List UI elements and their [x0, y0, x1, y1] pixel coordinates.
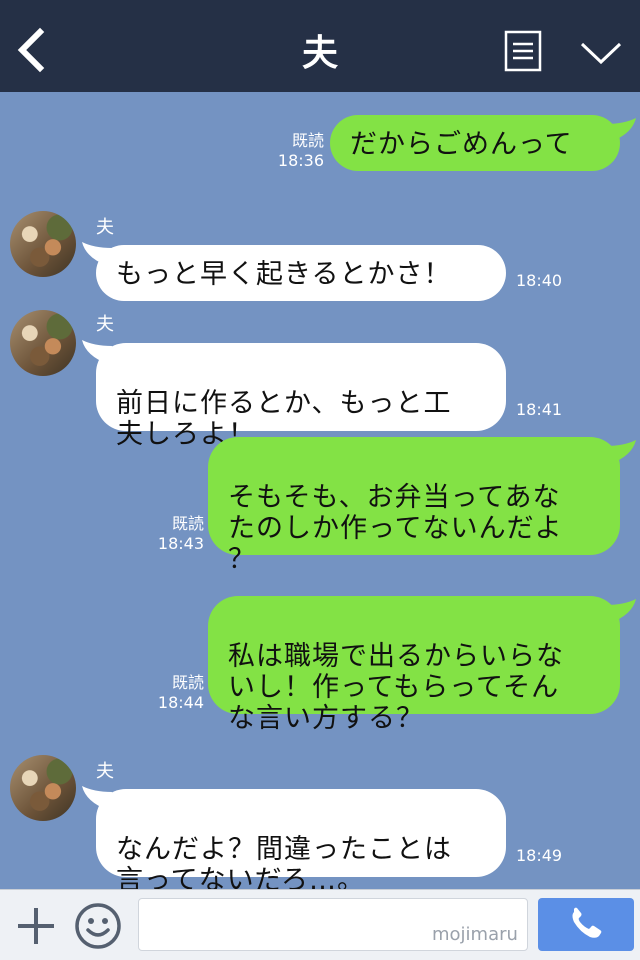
input-bar: mojimaru: [0, 889, 640, 960]
message-text: 私は職場で出るからいらな いし！作ってもらってそん な言い方する？: [228, 641, 564, 734]
avatar[interactable]: [10, 211, 76, 277]
call-button[interactable]: [538, 898, 634, 951]
chat-title: 夫: [301, 33, 338, 74]
message-bubble[interactable]: なんだよ？間違ったことは 言ってないだろ…。: [96, 789, 506, 889]
message-text: なんだよ？間違ったことは 言ってないだろ…。: [116, 834, 452, 889]
message-bubble[interactable]: 前日に作るとか、もっと工 夫しろよ！: [96, 343, 506, 450]
emoji-button[interactable]: [74, 902, 122, 950]
plus-icon: [18, 908, 54, 944]
sender-name: 夫: [96, 314, 114, 335]
back-button[interactable]: [10, 22, 54, 78]
bubble-tail: [606, 599, 636, 623]
avatar[interactable]: [10, 755, 76, 821]
chat-area[interactable]: 既読 18:36 だからごめんって 夫 もっと早く起きるとかさ！ 18:40 夫…: [0, 92, 640, 889]
message-time: 18:44: [157, 693, 204, 712]
message-bubble[interactable]: 私は職場で出るからいらな いし！作ってもらってそん な言い方する？: [208, 596, 620, 734]
message-time: 18:41: [516, 400, 563, 419]
message-input[interactable]: [138, 898, 528, 951]
sender-name: 夫: [96, 217, 114, 238]
menu-button[interactable]: [504, 30, 544, 72]
plus-button[interactable]: [14, 904, 58, 948]
read-label: 既読: [171, 673, 204, 692]
phone-icon: [572, 907, 602, 938]
message-text: もっと早く起きるとかさ！: [116, 259, 452, 290]
dropdown-button[interactable]: [578, 36, 624, 68]
list-menu-icon: [504, 30, 542, 72]
bubble-tail: [606, 118, 636, 142]
sender-name: 夫: [96, 761, 114, 782]
message-bubble[interactable]: もっと早く起きるとかさ！: [96, 245, 506, 301]
chevron-down-icon: [580, 42, 622, 65]
message-text: だからごめんって: [350, 129, 573, 160]
message-time: 18:49: [516, 846, 563, 865]
avatar[interactable]: [10, 310, 76, 376]
read-label: 既読: [291, 131, 324, 150]
read-label: 既読: [171, 514, 204, 533]
message-time: 18:36: [277, 151, 324, 170]
message-time: 18:43: [157, 534, 204, 553]
message-time: 18:40: [516, 271, 563, 290]
message-bubble[interactable]: だからごめんって: [330, 115, 620, 171]
chat-header: 夫: [0, 0, 640, 92]
message-text: そもそも、お弁当ってあな たのしか作ってないんだよ ？: [228, 482, 563, 575]
chevron-left-icon: [17, 27, 45, 73]
message-bubble[interactable]: そもそも、お弁当ってあな たのしか作ってないんだよ ？: [208, 437, 620, 575]
smiley-icon: [75, 903, 121, 949]
bubble-tail: [606, 440, 636, 464]
